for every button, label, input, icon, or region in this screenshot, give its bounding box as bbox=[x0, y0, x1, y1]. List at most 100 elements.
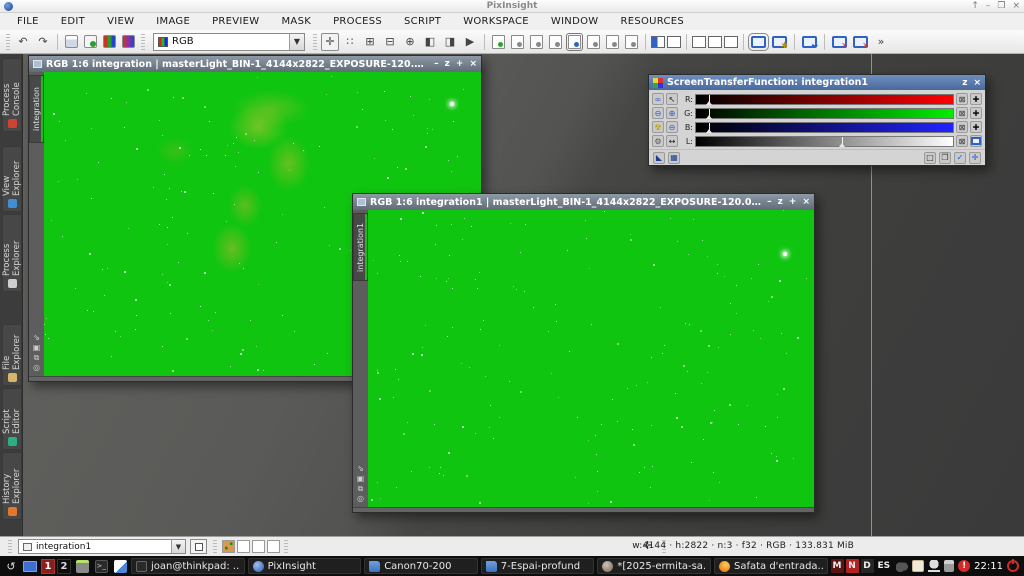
delete-process-icon[interactable] bbox=[549, 35, 562, 49]
dock-tab-view-explorer[interactable]: View Explorer bbox=[2, 146, 22, 212]
weather-tray-icon[interactable] bbox=[896, 560, 908, 572]
dock-tab-process-console[interactable]: Process Console bbox=[2, 58, 22, 132]
undo-icon[interactable]: ↶ bbox=[14, 33, 32, 51]
workspace-1[interactable]: 1 bbox=[41, 559, 55, 574]
toolbar-grip[interactable] bbox=[141, 34, 145, 50]
notifications-bell-icon[interactable] bbox=[928, 560, 940, 572]
active-swatch[interactable] bbox=[222, 540, 235, 553]
invert-display-icon[interactable]: ◧ bbox=[421, 33, 439, 51]
browse-process-icon[interactable] bbox=[568, 35, 581, 49]
menu-script[interactable]: SCRIPT bbox=[393, 13, 452, 30]
selection-mode-icon[interactable]: ▣ bbox=[33, 343, 41, 352]
radiation-icon[interactable]: ☢ bbox=[652, 121, 664, 133]
screen-transfer-icon[interactable] bbox=[84, 35, 97, 48]
workspace-switch-icon[interactable]: ↔ bbox=[802, 36, 817, 48]
menu-mask[interactable]: MASK bbox=[271, 13, 323, 30]
indicator-m[interactable]: M bbox=[831, 559, 844, 573]
task-canon70-200[interactable]: Canon70-200 bbox=[364, 558, 478, 574]
auto-stretch-icon[interactable]: ◣ bbox=[653, 152, 665, 164]
new-instance-icon[interactable]: □ bbox=[924, 152, 936, 164]
workspace-new-icon[interactable]: ✱ bbox=[772, 36, 787, 48]
window-titlebar[interactable]: RGB 1:6 integration | masterLight_BIN-1_… bbox=[29, 56, 481, 72]
split-view-icon[interactable] bbox=[651, 36, 665, 48]
combo-dropdown-icon[interactable]: ▼ bbox=[289, 34, 304, 50]
statusbar-grip[interactable] bbox=[213, 540, 217, 554]
scroll-mode-icon[interactable]: ⇘ bbox=[357, 464, 364, 473]
window-titlebar[interactable]: RGB 1:6 integration1 | masterLight_BIN-1… bbox=[353, 194, 814, 210]
toolbar-grip[interactable] bbox=[6, 34, 10, 50]
task-pixinsight[interactable]: PixInsight bbox=[248, 558, 362, 574]
fit-windows-icon[interactable] bbox=[708, 36, 722, 48]
menu-file[interactable]: FILE bbox=[6, 13, 50, 30]
menu-edit[interactable]: EDIT bbox=[50, 13, 96, 30]
image-identifier-icon[interactable] bbox=[65, 35, 78, 48]
image-window-integration1[interactable]: RGB 1:6 integration1 | masterLight_BIN-1… bbox=[352, 193, 815, 513]
view-tab-integration[interactable]: integration bbox=[29, 75, 44, 143]
cascade-windows-icon[interactable] bbox=[667, 36, 681, 48]
menu-view[interactable]: VIEW bbox=[96, 13, 145, 30]
redo-icon[interactable]: ↷ bbox=[34, 33, 52, 51]
scroll-mode-icon[interactable]: ⇘ bbox=[33, 333, 40, 342]
stf-close-icon[interactable]: × bbox=[973, 75, 981, 91]
workspace-2[interactable]: 2 bbox=[57, 559, 71, 574]
stf-midtone-marker[interactable] bbox=[842, 137, 843, 146]
dock-tab-history-explorer[interactable]: History Explorer bbox=[2, 452, 22, 520]
reset-blue-icon[interactable]: ⊠ bbox=[956, 121, 968, 133]
menu-process[interactable]: PROCESS bbox=[322, 13, 393, 30]
pan-mode-icon[interactable]: ✛ bbox=[321, 33, 339, 51]
blue-adjust-icon[interactable]: ✚ bbox=[970, 121, 982, 133]
view-settings-icon[interactable]: ◎ bbox=[33, 363, 40, 372]
stf-midtone-marker[interactable] bbox=[709, 109, 710, 118]
readout-mode-icon[interactable]: ∷ bbox=[341, 33, 359, 51]
image-view-integration1[interactable] bbox=[368, 210, 814, 507]
statusbar-grip[interactable] bbox=[8, 540, 12, 554]
shade-icon[interactable]: z bbox=[778, 194, 783, 210]
menu-workspace[interactable]: WORKSPACE bbox=[452, 13, 540, 30]
restore-icon[interactable]: ❐ bbox=[997, 0, 1005, 13]
task-joan-thinkpad-[interactable]: joan@thinkpad: ... bbox=[131, 558, 245, 574]
close-icon[interactable]: × bbox=[1012, 0, 1020, 13]
reset-lum-icon[interactable]: ⊠ bbox=[956, 135, 968, 147]
expand-range-icon[interactable]: ↔ bbox=[666, 135, 678, 147]
workspace-cycle-icon[interactable]: ↺ bbox=[3, 558, 19, 574]
view-selector-combo[interactable]: integration1 ▼ bbox=[18, 539, 186, 554]
indicator-n[interactable]: N bbox=[846, 559, 859, 573]
zoom-in-mode-icon[interactable]: ⊞ bbox=[361, 33, 379, 51]
menu-window[interactable]: WINDOW bbox=[540, 13, 610, 30]
menu-resources[interactable]: RESOURCES bbox=[609, 13, 695, 30]
stf-midtone-marker[interactable] bbox=[709, 95, 710, 104]
track-view-icon[interactable]: ✛ bbox=[969, 152, 981, 164]
iconize-windows-icon[interactable] bbox=[724, 36, 738, 48]
display-channel-combo[interactable]: RGB ▼ bbox=[153, 33, 305, 51]
mask-display-icon[interactable]: ◨ bbox=[441, 33, 459, 51]
stf-gradient-r[interactable] bbox=[695, 94, 954, 105]
clone-process-icon[interactable] bbox=[530, 35, 543, 49]
stf-gradient-l[interactable] bbox=[695, 136, 954, 147]
power-icon[interactable] bbox=[1007, 560, 1019, 572]
browse-doc-icon[interactable]: ❐ bbox=[939, 152, 951, 164]
edit-stf-icon[interactable]: ↖ bbox=[666, 93, 678, 105]
archive-launcher[interactable] bbox=[74, 558, 90, 574]
swatch-2[interactable] bbox=[237, 540, 250, 553]
stf-titlebar[interactable]: ScreenTransferFunction: integration1 z× bbox=[649, 75, 985, 90]
editor-launcher[interactable] bbox=[112, 558, 128, 574]
dock-tab-process-explorer[interactable]: Process Explorer bbox=[2, 214, 22, 292]
compare-views-icon[interactable]: ⧉ bbox=[358, 484, 364, 493]
zoom-out-icon[interactable]: ⊖ bbox=[652, 107, 664, 119]
menu-image[interactable]: IMAGE bbox=[145, 13, 201, 30]
stf-gradient-b[interactable] bbox=[695, 122, 954, 133]
zoom-in-icon[interactable]: ⊕ bbox=[666, 107, 678, 119]
zoom-out-mode-icon[interactable]: ⊟ bbox=[381, 33, 399, 51]
import-process-icon[interactable] bbox=[587, 35, 600, 49]
shade-icon[interactable]: z bbox=[445, 56, 450, 72]
swatch-4[interactable] bbox=[267, 540, 280, 553]
indicator-d[interactable]: D bbox=[861, 559, 874, 573]
close-workspace-icon[interactable]: ✕ bbox=[853, 36, 868, 48]
terminal-launcher[interactable]: >_ bbox=[93, 558, 109, 574]
monitor-icon[interactable] bbox=[970, 135, 982, 147]
history-process-icon[interactable] bbox=[625, 35, 638, 49]
zoom-reset-icon[interactable]: ⊖ bbox=[666, 121, 678, 133]
swatch-3[interactable] bbox=[252, 540, 265, 553]
red-adjust-icon[interactable]: ✚ bbox=[970, 93, 982, 105]
display-palette-icon[interactable] bbox=[122, 35, 135, 48]
